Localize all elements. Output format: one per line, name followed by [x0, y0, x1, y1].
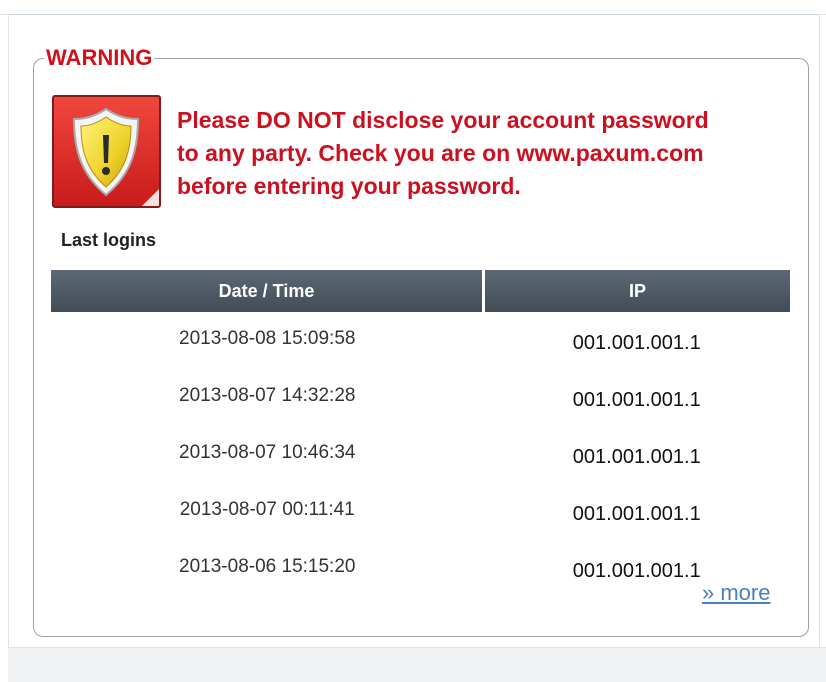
bottom-strip — [8, 647, 826, 682]
shield-warning-icon — [52, 95, 161, 208]
login-ip: 001.001.001.1 — [572, 389, 701, 411]
login-datetime: 2013-08-07 14:32:28 — [179, 384, 356, 406]
table-row: 2013-08-07 10:46:34 001.001.001.1 — [51, 426, 790, 483]
login-ip: 001.001.001.1 — [572, 332, 701, 354]
top-strip — [0, 0, 826, 15]
login-ip: 001.001.001.1 — [572, 446, 701, 468]
login-datetime: 2013-08-08 15:09:58 — [179, 327, 356, 349]
login-datetime: 2013-08-07 10:46:34 — [179, 441, 356, 463]
login-ip: 001.001.001.1 — [572, 503, 701, 525]
last-logins-title: Last logins — [61, 230, 157, 250]
table-header-row: Date / Time IP — [51, 270, 790, 312]
table-row: 2013-08-07 14:32:28 001.001.001.1 — [51, 369, 790, 426]
login-datetime: 2013-08-06 15:15:20 — [179, 555, 356, 577]
column-header-datetime: Date / Time — [51, 270, 485, 312]
last-logins-table: Date / Time IP 2013-08-08 15:09:58 001.0… — [51, 270, 790, 597]
table-row: 2013-08-08 15:09:58 001.001.001.1 — [51, 312, 790, 369]
more-link[interactable]: » more — [702, 580, 770, 606]
login-datetime: 2013-08-07 00:11:41 — [179, 498, 355, 520]
warning-line-2: to any party. Check you are on www.paxum… — [177, 140, 704, 166]
table-row: 2013-08-06 15:15:20 001.001.001.1 — [51, 540, 790, 597]
warning-line-1: Please DO NOT disclose your account pass… — [177, 107, 709, 133]
warning-legend: WARNING — [46, 45, 153, 70]
column-header-ip: IP — [483, 270, 790, 312]
warning-message: Please DO NOT disclose your account pass… — [177, 104, 797, 203]
warning-line-3: before entering your password. — [177, 173, 521, 199]
table-row: 2013-08-07 00:11:41 001.001.001.1 — [51, 483, 790, 540]
